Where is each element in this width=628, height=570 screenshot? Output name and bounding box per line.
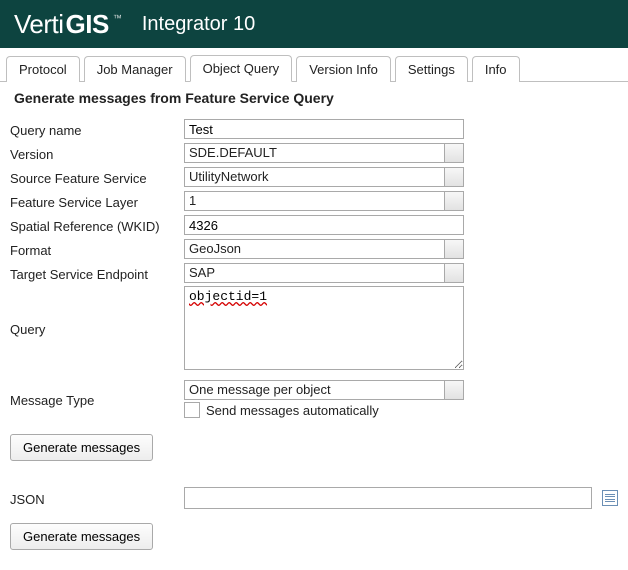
- tab-protocol[interactable]: Protocol: [6, 56, 80, 82]
- target-service-endpoint-select[interactable]: SAP: [184, 263, 464, 283]
- message-type-select[interactable]: One message per object: [184, 380, 464, 400]
- generate-messages-button-2[interactable]: Generate messages: [10, 523, 153, 550]
- query-name-input[interactable]: [184, 119, 464, 139]
- section-title: Generate messages from Feature Service Q…: [0, 82, 628, 112]
- label-feature-service-layer: Feature Service Layer: [10, 193, 184, 210]
- chevron-down-icon[interactable]: [444, 380, 464, 400]
- logo-gis: GIS: [66, 9, 109, 40]
- spatial-reference-input[interactable]: [184, 215, 464, 235]
- tab-bar: Protocol Job Manager Object Query Versio…: [0, 48, 628, 82]
- source-feature-service-value: UtilityNetwork: [184, 167, 444, 187]
- generate-messages-button[interactable]: Generate messages: [10, 434, 153, 461]
- chevron-down-icon[interactable]: [444, 143, 464, 163]
- label-message-type: Message Type: [10, 391, 184, 408]
- label-json: JSON: [10, 490, 184, 507]
- label-source-feature-service: Source Feature Service: [10, 169, 184, 186]
- label-spatial-reference: Spatial Reference (WKID): [10, 217, 184, 234]
- json-input[interactable]: [184, 487, 592, 509]
- feature-service-layer-value: 1: [184, 191, 444, 211]
- logo-tm: ™: [113, 13, 122, 23]
- label-send-automatically: Send messages automatically: [206, 403, 379, 418]
- expand-json-icon[interactable]: [602, 490, 618, 506]
- query-textarea[interactable]: [184, 286, 464, 370]
- chevron-down-icon[interactable]: [444, 263, 464, 283]
- label-version: Version: [10, 145, 184, 162]
- target-service-endpoint-value: SAP: [184, 263, 444, 283]
- feature-service-layer-select[interactable]: 1: [184, 191, 464, 211]
- label-query-name: Query name: [10, 121, 184, 138]
- logo-verti: Verti: [14, 9, 64, 40]
- message-type-value: One message per object: [184, 380, 444, 400]
- format-select[interactable]: GeoJson: [184, 239, 464, 259]
- version-select-value: SDE.DEFAULT: [184, 143, 444, 163]
- tab-job-manager[interactable]: Job Manager: [84, 56, 186, 82]
- label-format: Format: [10, 241, 184, 258]
- form-area: Query name Version SDE.DEFAULT Source Fe…: [0, 112, 628, 570]
- logo: VertiGIS ™: [14, 9, 122, 40]
- tab-object-query[interactable]: Object Query: [190, 55, 293, 82]
- format-value: GeoJson: [184, 239, 444, 259]
- tab-info[interactable]: Info: [472, 56, 520, 82]
- label-query: Query: [10, 320, 184, 337]
- send-automatically-checkbox[interactable]: [184, 402, 200, 418]
- tab-settings[interactable]: Settings: [395, 56, 468, 82]
- app-title: Integrator 10: [142, 13, 255, 36]
- app-header: VertiGIS ™ Integrator 10: [0, 0, 628, 48]
- version-select[interactable]: SDE.DEFAULT: [184, 143, 464, 163]
- label-target-service-endpoint: Target Service Endpoint: [10, 265, 184, 282]
- chevron-down-icon[interactable]: [444, 191, 464, 211]
- chevron-down-icon[interactable]: [444, 167, 464, 187]
- chevron-down-icon[interactable]: [444, 239, 464, 259]
- source-feature-service-select[interactable]: UtilityNetwork: [184, 167, 464, 187]
- tab-version-info[interactable]: Version Info: [296, 56, 391, 82]
